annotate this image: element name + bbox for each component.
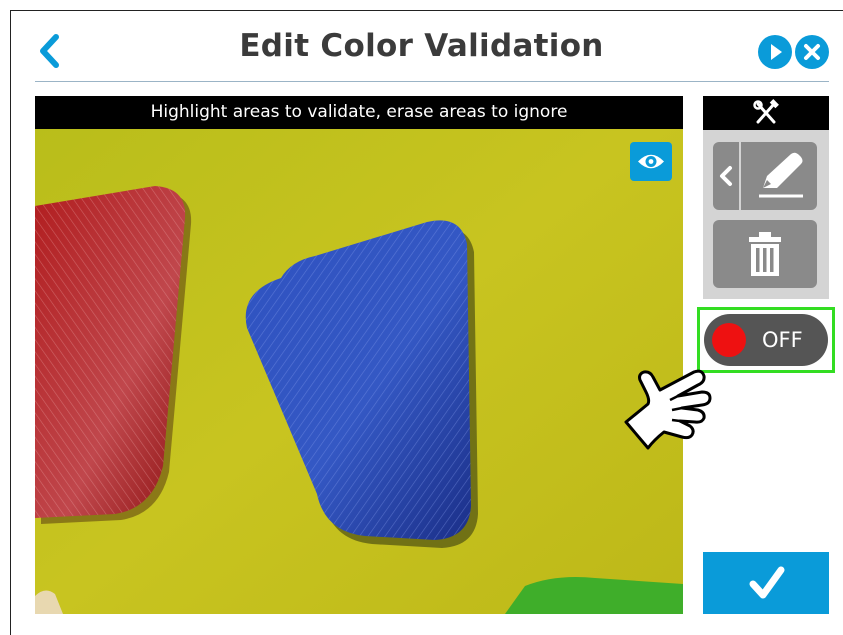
validation-toggle[interactable]: OFF xyxy=(704,314,828,366)
trash-icon xyxy=(749,232,781,276)
header-divider xyxy=(35,81,829,82)
tools-icon xyxy=(753,99,779,124)
hand-pointer-icon xyxy=(624,369,712,450)
play-icon xyxy=(771,44,782,60)
visibility-toggle-button[interactable] xyxy=(630,142,672,181)
toggle-label: OFF xyxy=(762,328,803,352)
eye-icon xyxy=(638,154,664,169)
close-button[interactable] xyxy=(795,35,829,69)
play-button[interactable] xyxy=(758,35,792,69)
checkmark-icon xyxy=(749,566,785,599)
chevron-left-icon xyxy=(720,166,732,186)
collapse-tools-button[interactable] xyxy=(713,142,739,210)
toggle-indicator xyxy=(712,323,746,357)
camera-view[interactable]: Highlight areas to validate, erase areas… xyxy=(35,96,683,614)
tools-header xyxy=(703,96,829,130)
close-icon xyxy=(804,44,820,60)
camera-image xyxy=(35,96,683,614)
draw-button[interactable] xyxy=(741,142,817,210)
drawing-tools-panel xyxy=(703,130,829,299)
delete-button[interactable] xyxy=(713,220,817,288)
confirm-button[interactable] xyxy=(703,552,829,614)
page-title: Edit Color Validation xyxy=(239,28,604,64)
pen-icon xyxy=(759,152,803,198)
instruction-banner: Highlight areas to validate, erase areas… xyxy=(35,96,683,129)
